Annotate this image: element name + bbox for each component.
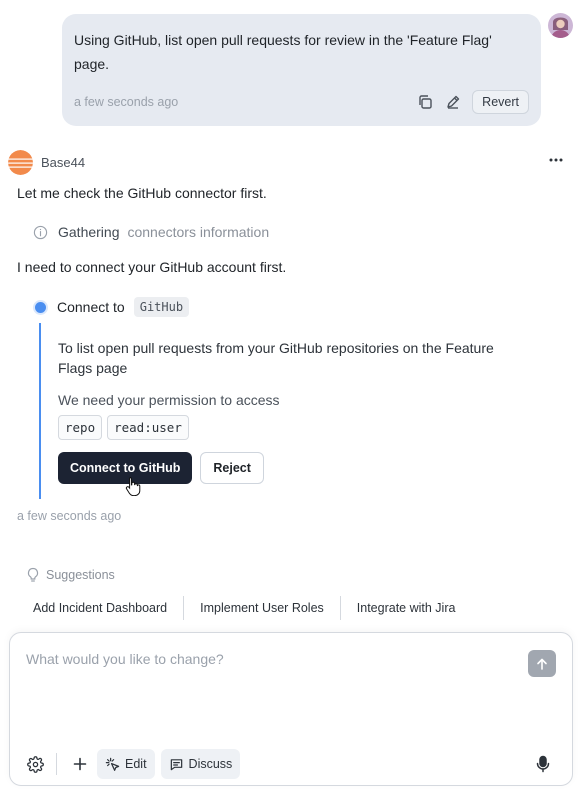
connect-panel: To list open pull requests from your Git… — [39, 323, 539, 499]
edit-mode-button[interactable]: Edit — [97, 749, 155, 779]
base44-logo — [8, 149, 33, 175]
user-message-actions: Revert — [416, 90, 529, 114]
assistant-intro-text: Let me check the GitHub connector first. — [17, 185, 267, 201]
reject-button[interactable]: Reject — [200, 452, 264, 484]
user-message-bubble: Using GitHub, list open pull requests fo… — [62, 14, 541, 126]
plus-icon[interactable] — [69, 753, 91, 775]
gear-icon[interactable] — [24, 753, 46, 775]
assistant-timestamp: a few seconds ago — [17, 509, 122, 523]
permission-scopes: repo read:user — [58, 415, 189, 440]
user-avatar[interactable] — [548, 13, 573, 38]
revert-button[interactable]: Revert — [472, 90, 529, 114]
send-button[interactable] — [528, 650, 556, 677]
hand-cursor-icon — [125, 476, 141, 497]
step-indicator — [35, 301, 46, 313]
need-connect-text: I need to connect your GitHub account fi… — [17, 259, 287, 275]
mic-icon[interactable] — [532, 753, 554, 775]
chat-icon — [170, 758, 182, 770]
connect-label: Connect to — [57, 299, 125, 315]
scope-chip: repo — [58, 415, 103, 440]
info-icon — [33, 225, 48, 240]
gathering-detail: connectors information — [127, 224, 270, 240]
suggestion-item[interactable]: Add Incident Dashboard — [17, 596, 183, 620]
more-icon[interactable] — [548, 152, 564, 173]
connect-actions: Connect to GitHub Reject — [58, 452, 264, 484]
assistant-name: Base44 — [41, 154, 86, 170]
user-message-text: Using GitHub, list open pull requests fo… — [74, 32, 492, 72]
service-chip: GitHub — [133, 297, 190, 317]
gathering-status: Gathering connectors information — [33, 224, 269, 240]
connect-description: To list open pull requests from your Git… — [58, 340, 494, 376]
user-message-timestamp: a few seconds ago — [74, 95, 179, 109]
composer-toolbar: Edit Discuss — [24, 749, 560, 779]
edit-label: Edit — [125, 757, 147, 771]
suggestion-item[interactable]: Integrate with Jira — [341, 596, 472, 620]
message-input[interactable] — [26, 651, 506, 711]
user-message-footer: a few seconds ago Revert — [74, 88, 529, 116]
suggestions-header: Suggestions — [26, 567, 115, 583]
lightbulb-icon — [26, 567, 40, 583]
gathering-label: Gathering — [58, 224, 120, 240]
sparkle-icon — [105, 757, 120, 771]
arrow-up-icon — [537, 658, 547, 670]
discuss-label: Discuss — [188, 757, 233, 771]
assistant-header: Base44 — [8, 149, 568, 175]
composer: Edit Discuss — [9, 632, 573, 786]
discuss-mode-button[interactable]: Discuss — [160, 749, 241, 779]
pencil-icon[interactable] — [444, 93, 462, 111]
scope-chip: read:user — [107, 415, 189, 440]
divider — [56, 753, 57, 775]
suggestions-list: Add Incident Dashboard Implement User Ro… — [17, 596, 471, 620]
connect-step: Connect to GitHub — [35, 297, 190, 317]
copy-icon[interactable] — [416, 93, 434, 111]
permission-text: We need your permission to access — [58, 392, 280, 408]
suggestion-item[interactable]: Implement User Roles — [184, 596, 340, 620]
suggestions-label: Suggestions — [46, 568, 115, 582]
